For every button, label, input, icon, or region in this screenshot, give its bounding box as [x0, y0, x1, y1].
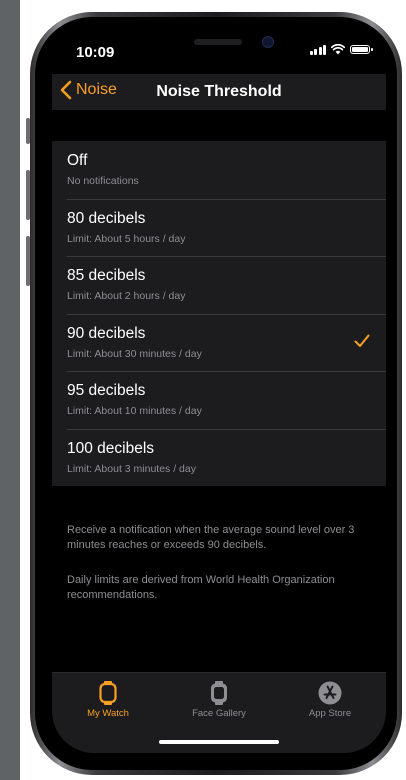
battery-icon: [350, 45, 373, 54]
status-time: 10:09: [76, 44, 115, 61]
tab-face-gallery[interactable]: Face Gallery: [169, 680, 269, 719]
option-85-decibels[interactable]: 85 decibels Limit: About 2 hours / day: [52, 256, 386, 314]
threshold-options-list: Off No notifications 80 decibels Limit: …: [52, 141, 386, 486]
option-title: 100 decibels: [67, 439, 155, 457]
option-title: 85 decibels: [67, 267, 146, 284]
cellular-signal-icon: [309, 44, 326, 55]
notification-footnote: Receive a notification when the average …: [67, 524, 355, 551]
notch: [134, 32, 304, 60]
option-title: 95 decibels: [67, 382, 146, 399]
option-100-decibels[interactable]: 100 decibels Limit: About 3 minutes / da…: [52, 428, 386, 487]
tab-app-store[interactable]: App Store: [280, 680, 380, 719]
option-off[interactable]: Off No notifications: [52, 141, 386, 199]
checkmark-icon: [354, 334, 370, 347]
content: Off No notifications 80 decibels Limit: …: [52, 110, 386, 673]
face-gallery-icon: [211, 681, 227, 705]
wifi-icon: [331, 44, 345, 55]
front-camera: [262, 36, 274, 48]
navigation-bar: Noise Noise Threshold: [52, 74, 386, 110]
tab-my-watch[interactable]: My Watch: [58, 680, 158, 719]
option-subtitle: Limit: About 30 minutes / day: [67, 347, 202, 360]
back-button-label: Noise: [76, 81, 117, 98]
speaker-grille: [194, 39, 242, 45]
tab-label: My Watch: [87, 708, 129, 719]
option-subtitle: No notifications: [67, 175, 139, 187]
tab-label: App Store: [308, 708, 352, 719]
volume-down-button: [26, 236, 30, 286]
option-title: Off: [67, 152, 88, 169]
option-subtitle: Limit: About 3 minutes / day: [67, 462, 196, 475]
tab-bar: My Watch Face Gallery App Store: [52, 672, 386, 753]
silent-switch: [26, 118, 30, 144]
option-subtitle: Limit: About 5 hours / day: [67, 232, 186, 245]
watch-icon: [99, 681, 117, 705]
chevron-left-icon: [60, 80, 72, 100]
background-strip: [0, 0, 20, 780]
option-title: 90 decibels: [67, 324, 146, 342]
option-subtitle: Limit: About 2 hours / day: [67, 290, 186, 302]
home-indicator[interactable]: [159, 740, 279, 744]
screen: 10:09 Noise Noise Threshold Off No notif…: [52, 32, 386, 753]
volume-up-button: [26, 170, 30, 220]
app-store-icon: [318, 681, 342, 705]
option-title: 80 decibels: [67, 209, 146, 227]
option-95-decibels[interactable]: 95 decibels Limit: About 10 minutes / da…: [52, 371, 386, 429]
back-button[interactable]: Noise: [60, 80, 117, 100]
tab-label: Face Gallery: [192, 708, 246, 719]
option-90-decibels[interactable]: 90 decibels Limit: About 30 minutes / da…: [52, 313, 386, 372]
option-80-decibels[interactable]: 80 decibels Limit: About 5 hours / day: [52, 198, 386, 257]
status-icons: [309, 44, 373, 55]
who-footnote: Daily limits are derived from World Heal…: [67, 574, 335, 601]
option-subtitle: Limit: About 10 minutes / day: [67, 405, 202, 417]
